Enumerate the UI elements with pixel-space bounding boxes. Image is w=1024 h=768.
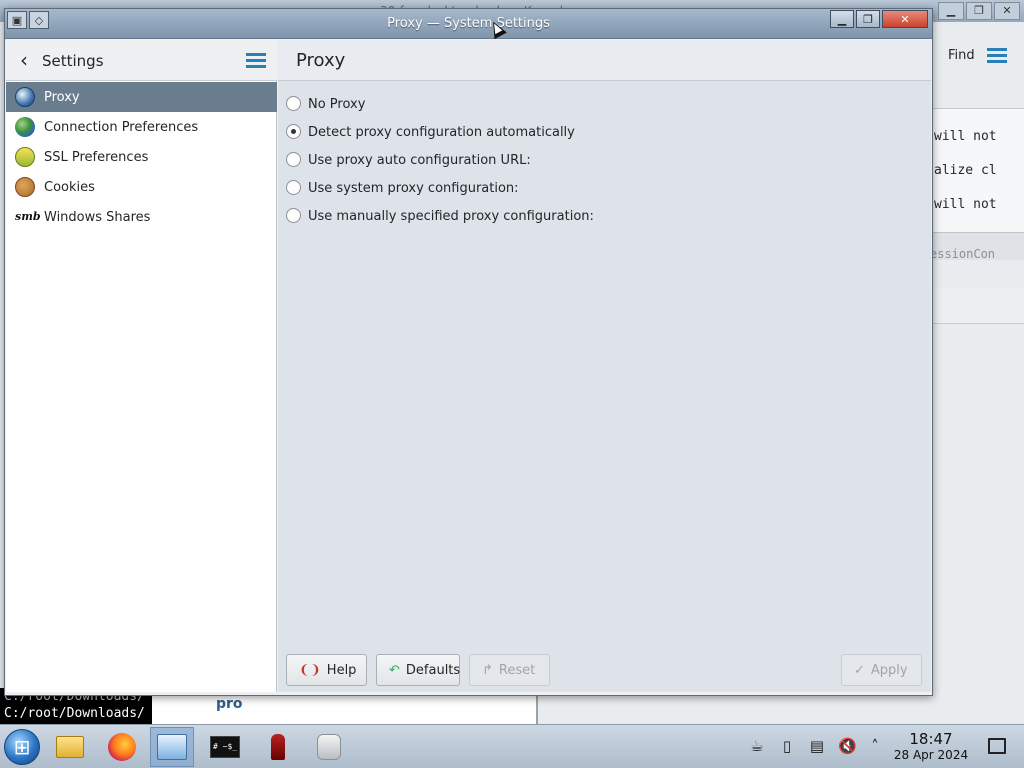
find-label: Find [948, 47, 975, 63]
option-no-proxy[interactable]: No Proxy [286, 90, 594, 118]
help-button[interactable]: ❨❩ Help [286, 654, 367, 686]
maximize-button[interactable]: ❐ [856, 10, 880, 28]
reset-label: Reset [498, 662, 536, 678]
chevron-up-icon[interactable]: ˄ [866, 737, 884, 755]
clipboard-icon[interactable]: ▤ [808, 737, 826, 755]
sidebar-header: ‹ Settings [6, 40, 277, 81]
apply-label: Apply [870, 662, 908, 678]
taskbar-system-settings[interactable] [150, 727, 194, 767]
background-window-controls: ▁ ❐ ✕ [938, 2, 1020, 20]
sidebar-item-ssl-preferences[interactable]: SSL Preferences [6, 142, 277, 172]
option-manual-proxy[interactable]: Use manually specified proxy configurati… [286, 202, 594, 230]
document-text: pro [216, 696, 243, 712]
radio-button-checked[interactable] [286, 124, 301, 139]
taskbar-file-manager[interactable] [48, 727, 92, 767]
cookie-icon [15, 177, 35, 197]
background-toolbar [930, 288, 1024, 324]
clock-time: 18:47 [909, 730, 953, 748]
reset-button[interactable]: ↱ Reset [469, 654, 550, 686]
reset-icon: ↱ [482, 662, 493, 678]
find-button[interactable]: Find [930, 40, 1024, 70]
background-close-button[interactable]: ✕ [994, 2, 1020, 20]
wine-glass-icon [271, 734, 285, 760]
sidebar-menu-button[interactable] [246, 52, 266, 70]
help-icon: ❨❩ [299, 662, 321, 678]
defaults-icon: ↶ [389, 662, 400, 678]
volume-muted-icon[interactable]: 🔇 [838, 737, 857, 755]
code-line: will not [934, 129, 997, 144]
taskbar-terminal[interactable]: # ~$_ [203, 727, 247, 767]
sidebar-title: Settings [42, 52, 104, 70]
sidebar-item-label: Windows Shares [44, 209, 151, 225]
defaults-label: Defaults [405, 662, 461, 678]
sidebar-item-windows-shares[interactable]: smb Windows Shares [6, 202, 277, 232]
option-label: Use manually specified proxy configurati… [308, 208, 594, 224]
help-label: Help [326, 662, 357, 678]
hamburger-menu-icon[interactable] [986, 47, 1007, 63]
connection-preferences-icon [15, 117, 35, 137]
taskbar-wine[interactable] [256, 727, 300, 767]
jug-icon [317, 734, 341, 760]
system-settings-window: ▣ ◇ Proxy — System Settings ▁ ❐ ✕ ‹ Sett… [4, 8, 933, 696]
option-detect-automatically[interactable]: Detect proxy configuration automatically [286, 118, 594, 146]
taskbar-firefox[interactable] [100, 727, 144, 767]
firefox-icon [108, 733, 136, 761]
tray-clipboard-app-icon[interactable]: ▯ [778, 737, 796, 755]
tray-app-icon[interactable]: ☕ [748, 737, 766, 755]
background-status-strip: essionCon [930, 232, 1024, 261]
option-label: Use proxy auto configuration URL: [308, 152, 531, 168]
sidebar-item-cookies[interactable]: Cookies [6, 172, 277, 202]
radio-button[interactable] [286, 152, 301, 167]
apply-button[interactable]: ✓ Apply [841, 654, 922, 686]
proxy-settings-pane: Proxy No Proxy Detect proxy configuratio… [278, 40, 931, 692]
radio-button[interactable] [286, 180, 301, 195]
page-title: Proxy [296, 50, 346, 71]
radio-button[interactable] [286, 208, 301, 223]
content-header: Proxy [278, 40, 931, 81]
option-label: No Proxy [308, 96, 366, 112]
sidebar-item-label: Cookies [44, 179, 95, 195]
sidebar-item-proxy[interactable]: Proxy [6, 82, 277, 112]
start-menu-button[interactable] [4, 729, 40, 765]
code-line: will not [934, 197, 997, 212]
dialog-button-bar: ❨❩ Help ↶ Defaults ↱ Reset ✓ Apply [278, 654, 931, 688]
clock-date: 28 Apr 2024 [893, 748, 969, 762]
system-settings-icon [157, 734, 187, 760]
hamburger-menu-icon [246, 52, 266, 68]
terminal-line: C:/root/Downloads/ [4, 706, 145, 721]
checkmark-icon: ✓ [854, 662, 865, 678]
radio-button[interactable] [286, 96, 301, 111]
background-minimize-button[interactable]: ▁ [938, 2, 964, 20]
titlebar-right-controls: ▁ ❐ ✕ [830, 10, 928, 28]
smb-icon: smb [15, 210, 41, 223]
option-label: Detect proxy configuration automatically [308, 124, 575, 140]
taskbar-jug-app[interactable] [307, 727, 351, 767]
ssl-shield-icon [15, 147, 35, 167]
sidebar-item-label: SSL Preferences [44, 149, 149, 165]
close-button[interactable]: ✕ [882, 10, 928, 28]
proxy-icon [15, 87, 35, 107]
proxy-options-group: No Proxy Detect proxy configuration auto… [286, 90, 594, 230]
option-label: Use system proxy configuration: [308, 180, 519, 196]
window-title: Proxy — System Settings [387, 16, 550, 31]
taskbar: # ~$_ ☕ ▯ ▤ 🔇 ˄ 18:47 28 Apr 2024 [0, 724, 1024, 768]
strip-text: essionCon [930, 247, 996, 261]
window-titlebar[interactable]: ▣ ◇ Proxy — System Settings ▁ ❐ ✕ [5, 9, 932, 39]
folder-icon [56, 736, 84, 758]
minimize-button[interactable]: ▁ [830, 10, 854, 28]
sidebar-item-label: Proxy [44, 89, 80, 105]
background-maximize-button[interactable]: ❐ [966, 2, 992, 20]
sidebar-item-connection-preferences[interactable]: Connection Preferences [6, 112, 277, 142]
option-system-proxy[interactable]: Use system proxy configuration: [286, 174, 594, 202]
show-desktop-icon[interactable] [988, 738, 1006, 754]
settings-sidebar: ‹ Settings Proxy Connection Preferences … [6, 40, 277, 692]
terminal-icon: # ~$_ [210, 736, 240, 758]
code-line: alize cl [934, 163, 997, 178]
defaults-button[interactable]: ↶ Defaults [376, 654, 460, 686]
sidebar-list: Proxy Connection Preferences SSL Prefere… [6, 82, 277, 232]
option-auto-config-url[interactable]: Use proxy auto configuration URL: [286, 146, 594, 174]
back-arrow-icon[interactable]: ‹ [20, 50, 38, 71]
clock[interactable]: 18:47 28 Apr 2024 [890, 730, 972, 763]
sidebar-item-label: Connection Preferences [44, 119, 199, 135]
